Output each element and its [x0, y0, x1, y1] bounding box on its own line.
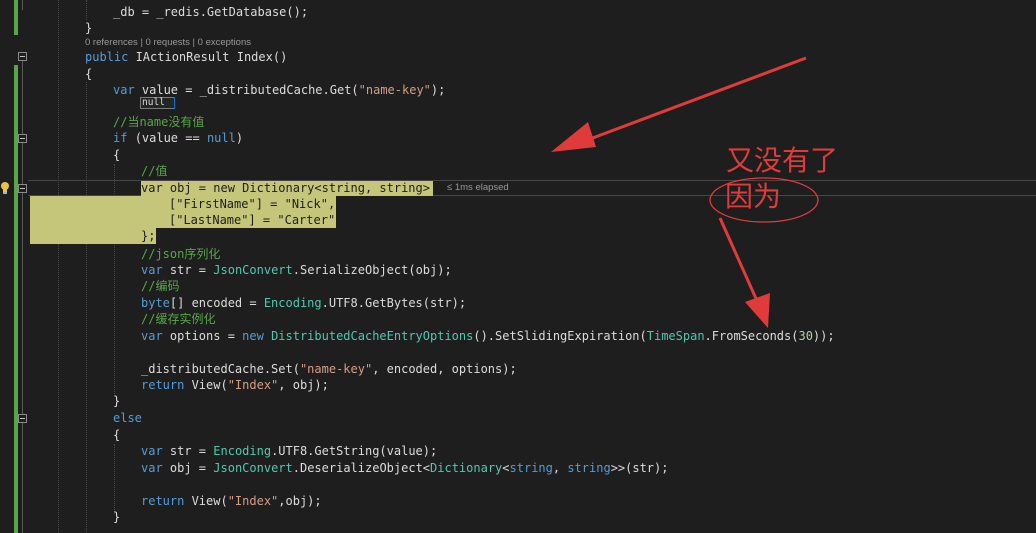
red-arrow-down: [718, 217, 770, 328]
code-editor[interactable]: _db = _redis.GetDatabase(); } 0 referenc…: [0, 0, 1036, 533]
annotation-text-line1: 又没有了: [726, 145, 839, 176]
annotation-overlay: [551, 56, 819, 328]
annotation-text-line2: 因为: [725, 181, 782, 212]
red-arrow-left: [551, 56, 807, 152]
